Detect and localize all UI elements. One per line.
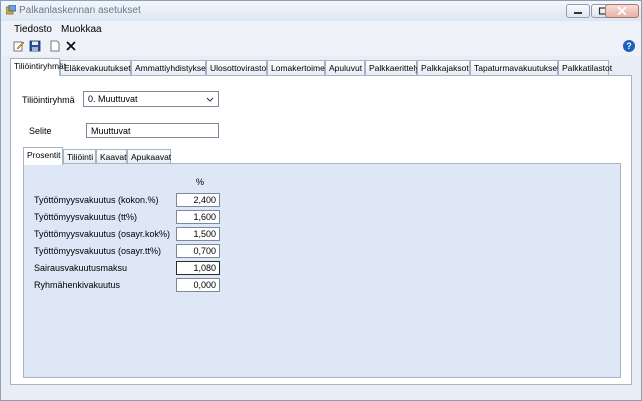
close-window-button[interactable] (605, 4, 639, 18)
tab-palkkaerittely[interactable]: Palkkaerittely (365, 60, 420, 75)
title-bar: Palkanlaskennan asetukset (1, 1, 641, 21)
delete-icon (66, 41, 76, 51)
toolbar: ? (1, 37, 641, 56)
group-label: Tiliöintiryhmä (22, 95, 75, 105)
edit-icon (13, 41, 25, 52)
tilioitiryhmat-panel: Tiliöintiryhmä 0. Muuttuvat Selite Muutt… (10, 75, 632, 385)
save-icon (29, 40, 41, 52)
row-label: Ryhmähenkivakuutus (34, 280, 121, 290)
group-select[interactable]: 0. Muuttuvat (83, 91, 219, 107)
percent-input[interactable]: 1,600 (176, 210, 220, 224)
prosentit-panel: % Työttömyysvakuutus (kokon.%) 2,400 Työ… (23, 163, 621, 378)
tab-elakevakuutukset[interactable]: Eläkevakuutukset (60, 60, 131, 75)
percent-input[interactable]: 2,400 (176, 193, 220, 207)
subtab-kaavat[interactable]: Kaavat (96, 149, 127, 164)
menu-muokkaa[interactable]: Muokkaa (61, 24, 102, 35)
help-icon[interactable]: ? (623, 40, 635, 52)
sub-tab-strip: Prosentit Tiliöinti Kaavat Apukaavat (23, 147, 623, 165)
app-icon (6, 5, 16, 15)
tab-lomakertoimet[interactable]: Lomakertoimet (267, 60, 327, 75)
percent-input[interactable]: 0,700 (176, 244, 220, 258)
row-label: Työttömyysvakuutus (osayr.tt%) (34, 246, 162, 256)
delete-button[interactable] (65, 40, 77, 52)
main-tab-strip: Tiliöintiryhmät Eläkevakuutukset Ammatti… (10, 58, 630, 76)
new-document-button[interactable] (49, 40, 61, 52)
row-label: Sairausvakuutusmaksu (34, 263, 128, 273)
group-select-value: 0. Muuttuvat (88, 94, 138, 104)
minimize-icon (574, 12, 582, 14)
menu-bar: Tiedosto Muokkaa (1, 21, 641, 37)
menu-tiedosto[interactable]: Tiedosto (14, 24, 52, 35)
window-title: Palkanlaskennan asetukset (19, 5, 141, 16)
subtab-tilioiti[interactable]: Tiliöinti (63, 149, 96, 164)
subtab-prosentit[interactable]: Prosentit (23, 147, 63, 165)
selite-input[interactable]: Muuttuvat (86, 123, 219, 138)
tab-tapaturmavakuutukset[interactable]: Tapaturmavakuutukset (470, 60, 560, 75)
row-label: Työttömyysvakuutus (osayr.kok%) (34, 229, 171, 239)
new-document-icon (50, 40, 60, 52)
tab-ammattiyhdistykset[interactable]: Ammattiyhdistykset (131, 60, 208, 75)
chevron-down-icon (206, 97, 214, 102)
tab-palkkatilastot[interactable]: Palkkatilastot (558, 60, 612, 75)
subtab-apukaavat[interactable]: Apukaavat (127, 149, 171, 164)
percent-input[interactable]: 0,000 (176, 278, 220, 292)
selite-label: Selite (29, 126, 52, 136)
percent-column-header: % (196, 177, 205, 187)
percent-input[interactable]: 1,080 (176, 261, 220, 275)
percent-input[interactable]: 1,500 (176, 227, 220, 241)
minimize-button[interactable] (566, 4, 590, 18)
app-window: Palkanlaskennan asetukset Tiedosto Muokk… (0, 0, 642, 401)
close-icon (617, 7, 627, 15)
tab-tilioitiryhmat[interactable]: Tiliöintiryhmät (10, 58, 66, 76)
tab-apuluvut[interactable]: Apuluvut (325, 60, 365, 75)
save-button[interactable] (29, 40, 41, 52)
row-label: Työttömyysvakuutus (tt%) (34, 212, 138, 222)
tab-ulosottovirastot[interactable]: Ulosottovirastot (206, 60, 269, 75)
edit-button[interactable] (13, 40, 25, 52)
tab-palkkajaksot[interactable]: Palkkajaksot (417, 60, 470, 75)
row-label: Työttömyysvakuutus (kokon.%) (34, 195, 159, 205)
